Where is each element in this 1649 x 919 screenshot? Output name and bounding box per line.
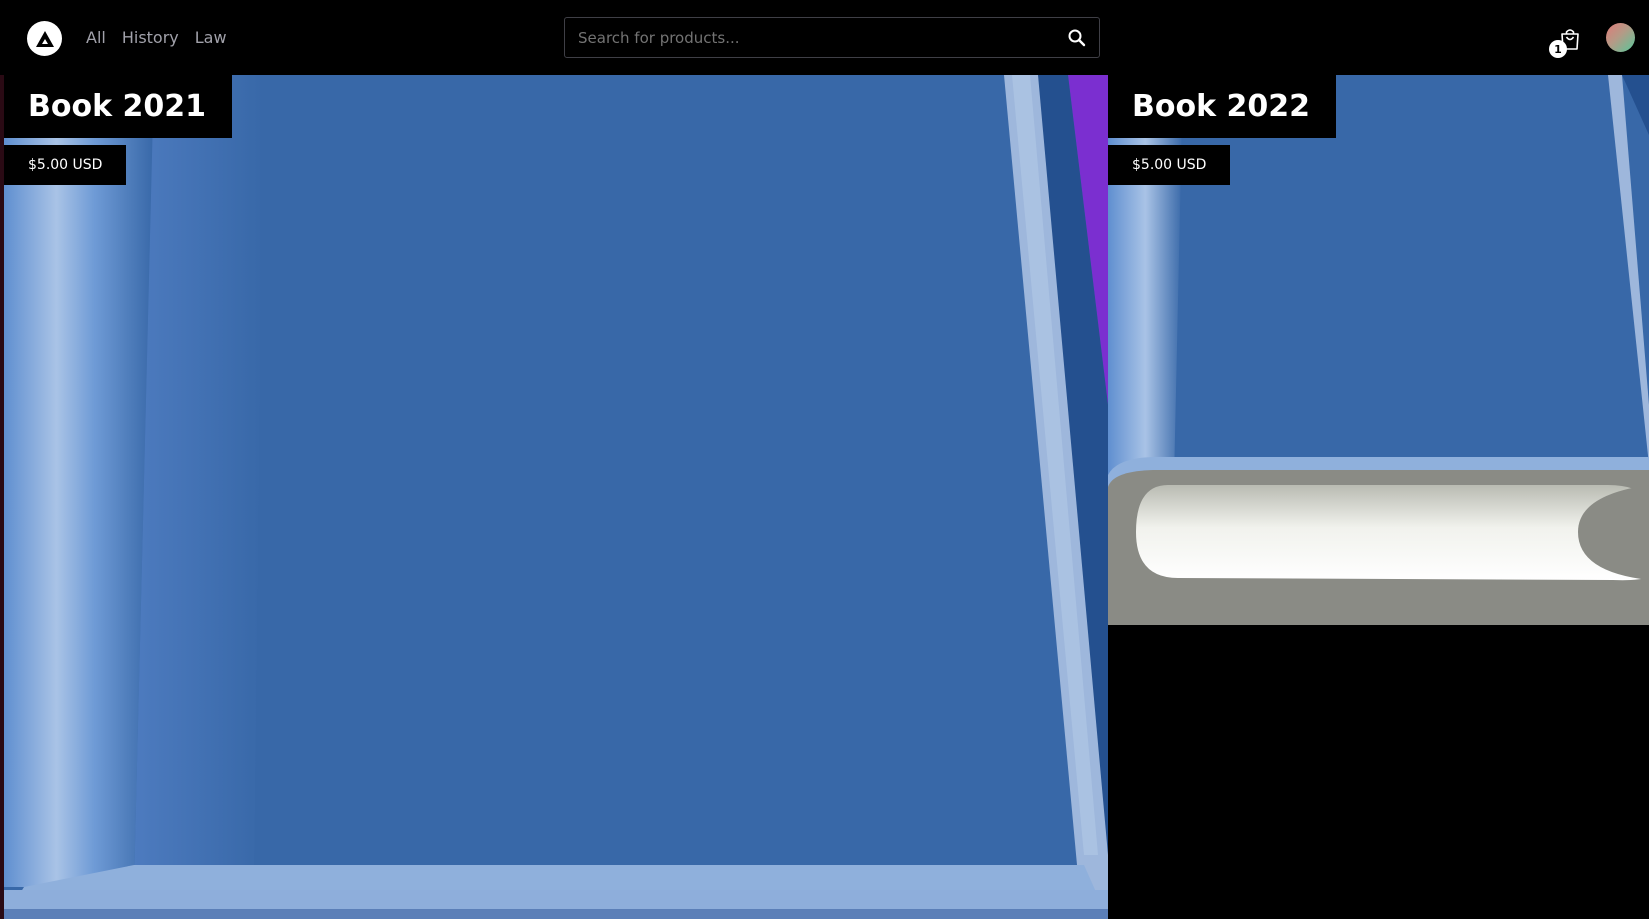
product-card-book-2022[interactable]: Book 2022 $5.00 USD bbox=[1108, 75, 1649, 625]
product-title: Book 2022 bbox=[1108, 75, 1336, 138]
search-icon[interactable] bbox=[1067, 28, 1087, 48]
search-bar bbox=[564, 17, 1100, 58]
cart-count-badge: 1 bbox=[1549, 40, 1567, 58]
product-card-book-2021[interactable]: Book 2021 $5.00 USD bbox=[4, 75, 1108, 919]
product-image bbox=[4, 75, 1108, 919]
product-price: $5.00 USD bbox=[4, 145, 127, 185]
product-title: Book 2021 bbox=[4, 75, 232, 138]
nav-link-history[interactable]: History bbox=[122, 28, 179, 47]
top-navigation-bar: All History Law 1 bbox=[0, 0, 1649, 75]
search-input[interactable] bbox=[565, 18, 1035, 57]
store-logo[interactable] bbox=[27, 21, 62, 56]
empty-grid-area bbox=[1108, 625, 1649, 919]
nav-link-law[interactable]: Law bbox=[195, 28, 227, 47]
avatar[interactable] bbox=[1606, 23, 1635, 52]
category-nav: All History Law bbox=[86, 28, 227, 47]
logo-triangle-icon bbox=[35, 30, 54, 47]
nav-link-all[interactable]: All bbox=[86, 28, 106, 47]
product-price: $5.00 USD bbox=[1108, 145, 1231, 185]
